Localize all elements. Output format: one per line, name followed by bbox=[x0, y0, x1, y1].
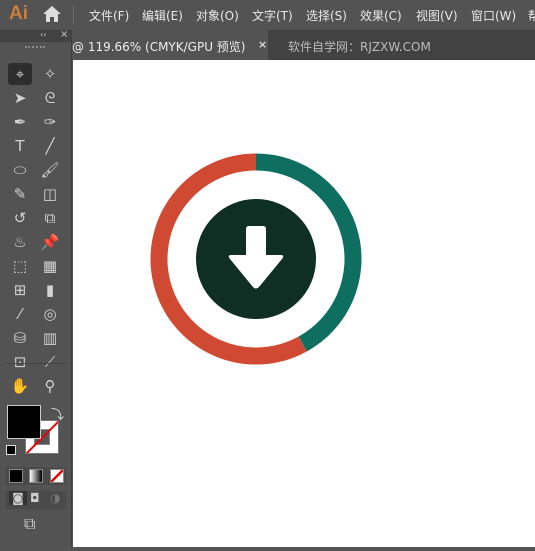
fill-swatch[interactable] bbox=[7, 405, 41, 439]
line-tool-icon[interactable]: ╱ bbox=[38, 135, 62, 157]
eraser-tool-icon[interactable]: ◫ bbox=[38, 183, 62, 205]
tab-active-document[interactable]: @ 119.66% (CMYK/GPU 预览) × bbox=[72, 30, 268, 60]
magic-wand-tool-icon[interactable]: ✧ bbox=[38, 63, 62, 85]
blend-tool-icon[interactable]: ◎ bbox=[38, 303, 62, 325]
app-logo: Ai bbox=[9, 3, 28, 24]
panel-grip[interactable] bbox=[25, 46, 45, 49]
shaper-tool-icon[interactable]: ✎ bbox=[8, 183, 32, 205]
close-tab-button[interactable]: × bbox=[258, 38, 267, 51]
draw-inside-icon[interactable]: ◑ bbox=[50, 491, 60, 505]
symbol-sprayer-tool-icon[interactable]: ⛁ bbox=[8, 327, 32, 349]
divider bbox=[6, 363, 66, 364]
puppet-warp-tool-icon[interactable]: 📌 bbox=[38, 231, 62, 253]
menu-type[interactable]: 文字(T) bbox=[252, 7, 293, 24]
document-tab-bar: @ 119.66% (CMYK/GPU 预览) × 软件自学网：RJZXW.CO… bbox=[72, 30, 535, 60]
swap-colors-icon[interactable]: ⤵ bbox=[51, 404, 64, 423]
tab-other-document[interactable]: 软件自学网：RJZXW.COM bbox=[288, 38, 431, 55]
color-mode-group bbox=[6, 467, 66, 485]
menu-effect[interactable]: 效果(C) bbox=[360, 7, 402, 24]
color-button[interactable] bbox=[9, 469, 23, 483]
pen-tool-icon[interactable]: ✒ bbox=[8, 111, 32, 133]
draw-mode-group: ◙ ◘ ◑ bbox=[6, 491, 66, 509]
free-transform-tool-icon[interactable]: ⬚ bbox=[8, 255, 32, 277]
rotate-tool-icon[interactable]: ↺ bbox=[8, 207, 32, 229]
ellipse-tool-icon[interactable]: ⬭ bbox=[8, 159, 32, 181]
menu-select[interactable]: 选择(S) bbox=[306, 7, 347, 24]
menu-help[interactable]: 帮 bbox=[528, 7, 535, 24]
download-icon-artwork[interactable] bbox=[73, 60, 535, 547]
gradient-tool-icon[interactable]: ▮ bbox=[38, 279, 62, 301]
screen-mode-icon[interactable]: ⧉ bbox=[24, 514, 35, 534]
slice-tool-icon[interactable]: ⟋ bbox=[38, 351, 62, 373]
menu-bar: Ai 文件(F) 编辑(E) 对象(O) 文字(T) 选择(S) 效果(C) 视… bbox=[0, 0, 535, 30]
hand-tool-icon[interactable]: ✋ bbox=[8, 375, 32, 397]
menu-view[interactable]: 视图(V) bbox=[416, 7, 458, 24]
curvature-tool-icon[interactable]: ✑ bbox=[38, 111, 62, 133]
tab-title: @ 119.66% (CMYK/GPU 预览) bbox=[72, 40, 246, 54]
default-colors-icon[interactable] bbox=[6, 445, 16, 455]
draw-normal-icon[interactable]: ◙ bbox=[9, 491, 27, 505]
none-button[interactable] bbox=[50, 469, 64, 483]
collapse-panel-icon[interactable]: ‹‹ bbox=[40, 30, 46, 39]
selection-tool-icon[interactable]: ⌖ bbox=[8, 63, 32, 85]
menu-object[interactable]: 对象(O) bbox=[196, 7, 239, 24]
direct-selection-tool-icon[interactable]: ➤ bbox=[8, 87, 32, 109]
divider bbox=[73, 5, 74, 25]
close-panel-icon[interactable]: × bbox=[60, 29, 68, 40]
menu-window[interactable]: 窗口(W) bbox=[471, 7, 516, 24]
menu-edit[interactable]: 编辑(E) bbox=[142, 7, 183, 24]
eyedropper-tool-icon[interactable]: ⁄ bbox=[8, 303, 32, 325]
tools-panel: ‹‹ × ⌖ ✧ ➤ ᘓ ✒ ✑ T ╱ ⬭ 🖌 ✎ ◫ ↺ ⧉ ♨ 📌 ⬚ ▦ ⊞ ▮ ⁄ ◎ ⛁ ▥ ⊡ ⟋ ✋ ⚲ ⤵ ◙ ◘ … bbox=[0, 29, 72, 547]
draw-behind-icon[interactable]: ◘ bbox=[30, 491, 40, 505]
perspective-grid-tool-icon[interactable]: ▦ bbox=[38, 255, 62, 277]
panel-header[interactable]: ‹‹ × bbox=[0, 29, 72, 42]
mesh-tool-icon[interactable]: ⊞ bbox=[8, 279, 32, 301]
artboard-canvas[interactable] bbox=[73, 60, 535, 547]
column-graph-tool-icon[interactable]: ▥ bbox=[38, 327, 62, 349]
lasso-tool-icon[interactable]: ᘓ bbox=[38, 87, 62, 109]
warp-tool-icon[interactable]: ♨ bbox=[8, 231, 32, 253]
paintbrush-tool-icon[interactable]: 🖌 bbox=[38, 159, 62, 181]
home-icon[interactable] bbox=[42, 4, 62, 24]
type-tool-icon[interactable]: T bbox=[8, 135, 32, 157]
artboard-tool-icon[interactable]: ⊡ bbox=[8, 351, 32, 373]
zoom-tool-icon[interactable]: ⚲ bbox=[38, 375, 62, 397]
menu-file[interactable]: 文件(F) bbox=[89, 7, 129, 24]
gradient-button[interactable] bbox=[29, 469, 43, 483]
scale-tool-icon[interactable]: ⧉ bbox=[38, 207, 62, 229]
